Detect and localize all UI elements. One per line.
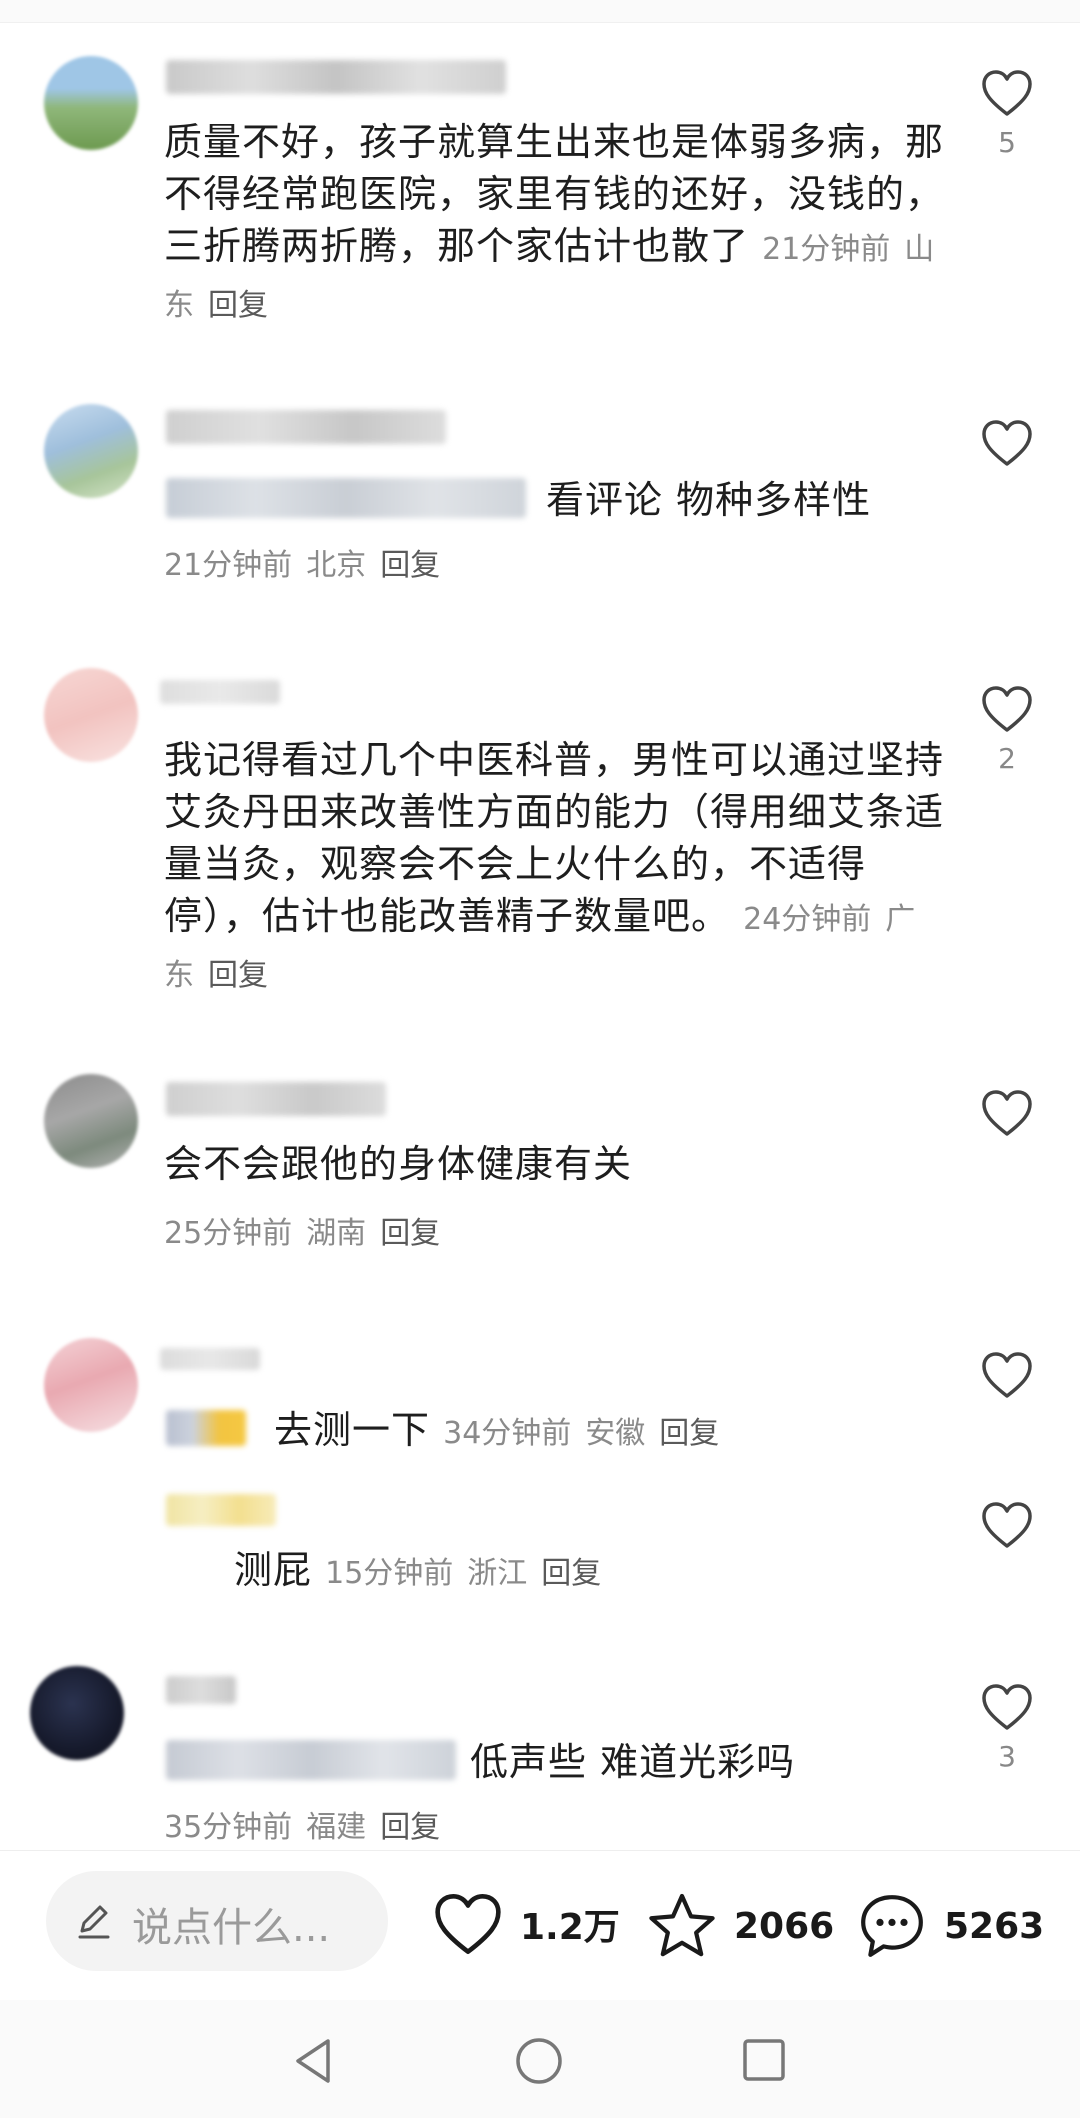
home-button[interactable] <box>514 2036 564 2090</box>
comment-text: 我记得看过几个中医科普，男性可以通过坚持艾灸丹田来改善性方面的能力（得用细艾条适… <box>164 734 944 1002</box>
reply-button[interactable]: 回复 <box>208 288 268 323</box>
reply-button[interactable]: 回复 <box>208 958 268 993</box>
like-count: 1.2万 <box>520 1907 620 1948</box>
like-post-button[interactable]: 1.2万 <box>432 1891 620 1957</box>
heart-icon <box>982 70 1032 116</box>
like-count: 2 <box>998 742 1016 775</box>
like-button[interactable] <box>972 1350 1042 1400</box>
comment-input-placeholder: 说点什么... <box>132 1905 331 1951</box>
reply-target-blurred[interactable] <box>166 1740 456 1780</box>
comment-text: 低声些 难道光彩吗 <box>470 1736 970 1788</box>
user-avatar[interactable] <box>44 404 138 498</box>
comment-text: 看评论 物种多样性 <box>546 474 966 526</box>
reply-button[interactable]: 回复 <box>380 1810 440 1845</box>
username-blurred[interactable] <box>166 410 446 444</box>
chat-bubble-icon <box>861 1895 923 1957</box>
comment-body: 会不会跟他的身体健康有关 <box>164 1142 633 1186</box>
comment-location: 浙江 <box>467 1556 528 1591</box>
user-avatar[interactable] <box>44 1074 138 1168</box>
heart-icon <box>982 1352 1032 1398</box>
comment-meta: 25分钟前 湖南 回复 <box>164 1208 454 1252</box>
recents-square-icon <box>743 2039 785 2081</box>
username-blurred[interactable] <box>160 1348 260 1370</box>
like-button[interactable]: 2 <box>972 684 1042 775</box>
username-blurred[interactable] <box>160 680 280 704</box>
reply-button[interactable]: 回复 <box>380 548 440 583</box>
heart-icon <box>982 1090 1032 1136</box>
comment-time: 24分钟前 <box>743 902 872 937</box>
heart-icon <box>982 686 1032 732</box>
username-blurred[interactable] <box>166 1082 386 1116</box>
username-blurred[interactable] <box>166 1676 236 1704</box>
comment-time: 21分钟前 <box>164 548 293 583</box>
recents-button[interactable] <box>740 2036 788 2088</box>
comment-meta: 21分钟前 北京 回复 <box>164 540 454 584</box>
comment-time: 21分钟前 <box>762 232 891 267</box>
heart-icon <box>982 420 1032 466</box>
comment-location: 福建 <box>306 1810 367 1845</box>
like-button[interactable] <box>972 418 1042 468</box>
comment-input[interactable]: 说点什么... <box>46 1871 388 1971</box>
comment-body: 低声些 难道光彩吗 <box>470 1740 796 1784</box>
comment-meta: 15分钟前 浙江 回复 <box>325 1556 615 1591</box>
like-button[interactable]: 5 <box>972 68 1042 159</box>
comment-body: 测屁 <box>234 1548 313 1592</box>
user-avatar[interactable] <box>30 1666 124 1760</box>
comment-text: 会不会跟他的身体健康有关 <box>164 1138 944 1190</box>
comment-meta: 35分钟前 福建 回复 <box>164 1802 454 1846</box>
user-avatar[interactable] <box>44 668 138 762</box>
top-divider <box>0 0 1080 23</box>
comment-body: 去测一下 <box>274 1408 431 1452</box>
system-navigation-bar <box>0 2000 1080 2118</box>
like-count: 5 <box>998 126 1016 159</box>
user-badge-blurred[interactable] <box>166 1494 276 1526</box>
like-button[interactable] <box>972 1088 1042 1138</box>
comment-meta: 34分钟前 安徽 回复 <box>443 1416 733 1451</box>
comment-count: 5263 <box>944 1905 1045 1947</box>
comment-text: 质量不好，孩子就算生出来也是体弱多病，那不得经常跑医院，家里有钱的还好，没钱的，… <box>164 116 944 332</box>
comment-time: 25分钟前 <box>164 1216 293 1251</box>
comment-location: 安徽 <box>585 1416 646 1451</box>
heart-icon <box>435 1893 501 1955</box>
reply-button[interactable]: 回复 <box>541 1556 601 1591</box>
pencil-icon <box>78 1905 110 1939</box>
reply-target-blurred[interactable] <box>166 478 526 518</box>
like-count: 3 <box>998 1740 1016 1773</box>
comment-location: 北京 <box>306 548 367 583</box>
bottom-action-bar: 说点什么... 1.2万 2066 5263 <box>0 1850 1080 2001</box>
comment-time: 35分钟前 <box>164 1810 293 1845</box>
reply-button[interactable]: 回复 <box>659 1416 719 1451</box>
heart-icon <box>982 1684 1032 1730</box>
heart-icon <box>982 1502 1032 1548</box>
user-avatar[interactable] <box>44 56 138 150</box>
user-avatar[interactable] <box>44 1338 138 1432</box>
like-button[interactable]: 3 <box>972 1682 1042 1773</box>
comment-text: 测屁 15分钟前 浙江 回复 <box>234 1544 934 1600</box>
username-blurred[interactable] <box>166 60 506 94</box>
like-button[interactable] <box>972 1500 1042 1550</box>
back-triangle-icon <box>296 2039 330 2083</box>
home-circle-icon <box>516 2038 562 2084</box>
comment-location: 湖南 <box>306 1216 367 1251</box>
comment-text: 去测一下 34分钟前 安徽 回复 <box>274 1404 974 1460</box>
reply-button[interactable]: 回复 <box>380 1216 440 1251</box>
user-badge-blurred[interactable] <box>166 1410 246 1446</box>
comment-time: 34分钟前 <box>443 1416 572 1451</box>
comment-time: 15分钟前 <box>325 1556 454 1591</box>
favorite-count: 2066 <box>734 1905 835 1947</box>
comment-body: 看评论 物种多样性 <box>546 478 872 522</box>
comments-button[interactable]: 5263 <box>856 1891 1044 1961</box>
star-icon <box>649 1893 715 1957</box>
favorite-button[interactable]: 2066 <box>646 1891 834 1961</box>
back-button[interactable] <box>290 2036 336 2090</box>
